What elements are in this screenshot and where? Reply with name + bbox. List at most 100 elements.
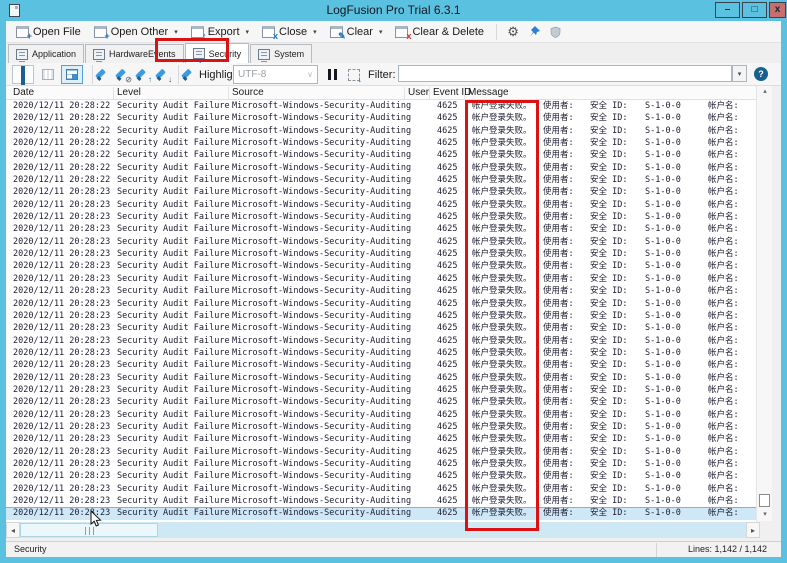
pin-button[interactable] bbox=[525, 23, 543, 41]
tab-application[interactable]: ✓ Application bbox=[8, 44, 85, 70]
prev-highlight-button[interactable]: ↑ bbox=[134, 65, 152, 84]
column-header-message[interactable]: Message bbox=[468, 87, 509, 98]
table-row[interactable]: 2020/12/11 20:28:23 Security Audit Failur… bbox=[6, 446, 756, 458]
cell-level: Security Audit Failure bbox=[117, 212, 230, 223]
cell-source: Microsoft-Windows-Security-Auditing bbox=[232, 138, 412, 149]
vertical-scrollbar-thumb[interactable] bbox=[759, 494, 770, 507]
table-row[interactable]: 2020/12/11 20:28:23 Security Audit Failur… bbox=[6, 507, 756, 520]
tab-security[interactable]: ✓ Security bbox=[184, 43, 250, 69]
cell-eid: 4625 bbox=[437, 298, 458, 309]
columns-button[interactable] bbox=[37, 65, 59, 84]
filter-dropdown-button[interactable]: ▾ bbox=[732, 65, 747, 82]
table-row[interactable]: 2020/12/11 20:28:23 Security Audit Failur… bbox=[6, 347, 756, 359]
table-row[interactable]: 2020/12/11 20:28:23 Security Audit Failur… bbox=[6, 359, 756, 371]
table-row[interactable]: 2020/12/11 20:28:23 Security Audit Failur… bbox=[6, 433, 756, 445]
table-row[interactable]: 2020/12/11 20:28:23 Security Audit Failur… bbox=[6, 211, 756, 223]
message-part: S-1-0-0 bbox=[645, 224, 681, 235]
table-row[interactable]: 2020/12/11 20:28:22 Security Audit Failur… bbox=[6, 100, 756, 112]
message-part: 使用者: bbox=[543, 212, 574, 223]
grid-view-button[interactable] bbox=[61, 65, 83, 84]
table-row[interactable]: 2020/12/11 20:28:23 Security Audit Failur… bbox=[6, 372, 756, 384]
export-button[interactable]: ↑ Export ▾ bbox=[186, 24, 254, 40]
clear-delete-button[interactable]: x Clear & Delete bbox=[390, 24, 489, 40]
vertical-scrollbar[interactable]: ▴ ▾ bbox=[756, 86, 772, 521]
shield-button[interactable] bbox=[546, 23, 564, 41]
table-row[interactable]: 2020/12/11 20:28:23 Security Audit Failur… bbox=[6, 199, 756, 211]
message-part: S-1-0-0 bbox=[645, 508, 681, 519]
table-row[interactable]: 2020/12/11 20:28:23 Security Audit Failur… bbox=[6, 483, 756, 495]
table-row[interactable]: 2020/12/11 20:28:22 Security Audit Failur… bbox=[6, 137, 756, 149]
message-part: 安全 ID: bbox=[590, 224, 628, 235]
scroll-right-icon[interactable]: ▸ bbox=[746, 522, 760, 538]
table-row[interactable]: 2020/12/11 20:28:23 Security Audit Failur… bbox=[6, 273, 756, 285]
cell-date: 2020/12/11 20:28:23 bbox=[13, 224, 111, 235]
table-row[interactable]: 2020/12/11 20:28:23 Security Audit Failur… bbox=[6, 223, 756, 235]
table-row[interactable]: 2020/12/11 20:28:23 Security Audit Failur… bbox=[6, 421, 756, 433]
cell-level: Security Audit Failure bbox=[117, 298, 230, 309]
table-row[interactable]: 2020/12/11 20:28:23 Security Audit Failur… bbox=[6, 285, 756, 297]
export-icon: ↑ bbox=[190, 25, 207, 40]
cell-eid: 4625 bbox=[437, 199, 458, 210]
maximize-button[interactable]: □ bbox=[742, 2, 767, 18]
message-part: 帐户登录失败。 bbox=[472, 138, 532, 149]
table-row[interactable]: 2020/12/11 20:28:22 Security Audit Failur… bbox=[6, 149, 756, 161]
clear-button[interactable]: ✎ Clear ▾ bbox=[325, 24, 388, 40]
table-row[interactable]: 2020/12/11 20:28:23 Security Audit Failur… bbox=[6, 322, 756, 334]
table-row[interactable]: 2020/12/11 20:28:23 Security Audit Failur… bbox=[6, 495, 756, 507]
table-row[interactable]: 2020/12/11 20:28:23 Security Audit Failur… bbox=[6, 458, 756, 470]
filter-input[interactable] bbox=[398, 65, 732, 82]
table-row[interactable]: 2020/12/11 20:28:23 Security Audit Failur… bbox=[6, 310, 756, 322]
scroll-up-icon[interactable]: ▴ bbox=[757, 86, 773, 98]
table-row[interactable]: 2020/12/11 20:28:23 Security Audit Failur… bbox=[6, 409, 756, 421]
table-row[interactable]: 2020/12/11 20:28:23 Security Audit Failur… bbox=[6, 186, 756, 198]
close-log-button[interactable]: x Close ▾ bbox=[257, 24, 322, 40]
table-row[interactable]: 2020/12/11 20:28:23 Security Audit Failur… bbox=[6, 298, 756, 310]
message-part: S-1-0-0 bbox=[645, 249, 681, 260]
autoscroll-button[interactable] bbox=[346, 65, 362, 84]
table-row[interactable]: 2020/12/11 20:28:23 Security Audit Failur… bbox=[6, 236, 756, 248]
next-highlight-button[interactable]: ↓ bbox=[154, 65, 172, 84]
encoding-select[interactable]: UTF-8 ∨ bbox=[233, 65, 318, 84]
table-row[interactable]: 2020/12/11 20:28:23 Security Audit Failur… bbox=[6, 396, 756, 408]
table-row[interactable]: 2020/12/11 20:28:22 Security Audit Failur… bbox=[6, 162, 756, 174]
scroll-left-icon[interactable]: ◂ bbox=[6, 522, 20, 538]
column-header-user[interactable]: User bbox=[408, 87, 429, 98]
horizontal-scrollbar-thumb[interactable] bbox=[20, 523, 158, 537]
message-part: 使用者: bbox=[543, 261, 574, 272]
column-header-date[interactable]: Date bbox=[13, 87, 34, 98]
table-row[interactable]: 2020/12/11 20:28:23 Security Audit Failur… bbox=[6, 470, 756, 482]
message-part: 使用者: bbox=[543, 175, 574, 186]
cell-source: Microsoft-Windows-Security-Auditing bbox=[232, 323, 412, 334]
message-part: 帐户名: bbox=[708, 125, 739, 136]
dropdown-arrow-icon: ▾ bbox=[737, 70, 742, 78]
help-button[interactable]: ? bbox=[754, 67, 768, 81]
table-row[interactable]: 2020/12/11 20:28:23 Security Audit Failur… bbox=[6, 335, 756, 347]
open-other-icon: + bbox=[93, 25, 110, 40]
tab-system[interactable]: ✓ System bbox=[250, 44, 313, 70]
column-header-source[interactable]: Source bbox=[232, 87, 264, 98]
highlight-disable-button[interactable]: ⊘ bbox=[114, 65, 132, 84]
cell-eid: 4625 bbox=[437, 347, 458, 358]
message-part: 帐户登录失败。 bbox=[472, 199, 532, 210]
table-row[interactable]: 2020/12/11 20:28:23 Security Audit Failur… bbox=[6, 248, 756, 260]
table-row[interactable]: 2020/12/11 20:28:23 Security Audit Failur… bbox=[6, 260, 756, 272]
cell-level: Security Audit Failure bbox=[117, 409, 230, 420]
minimize-button[interactable]: – bbox=[715, 2, 740, 18]
horizontal-scrollbar[interactable]: ◂ ▸ bbox=[6, 522, 760, 538]
table-row[interactable]: 2020/12/11 20:28:22 Security Audit Failur… bbox=[6, 125, 756, 137]
table-row[interactable]: 2020/12/11 20:28:23 Security Audit Failur… bbox=[6, 384, 756, 396]
settings-button[interactable]: ⚙ bbox=[504, 23, 522, 41]
scroll-down-icon[interactable]: ▾ bbox=[757, 509, 773, 521]
open-other-button[interactable]: + Open Other ▾ bbox=[89, 24, 183, 40]
expand-all-button[interactable] bbox=[12, 65, 34, 85]
column-header-eventid[interactable]: Event ID bbox=[433, 87, 471, 98]
table-row[interactable]: 2020/12/11 20:28:22 Security Audit Failur… bbox=[6, 112, 756, 124]
close-button[interactable]: x bbox=[769, 2, 786, 18]
table-row[interactable]: 2020/12/11 20:28:22 Security Audit Failur… bbox=[6, 174, 756, 186]
tab-hardwareevents[interactable]: ✓ HardwareEvents bbox=[85, 44, 184, 70]
column-header-level[interactable]: Level bbox=[117, 87, 141, 98]
pause-button[interactable] bbox=[324, 65, 340, 84]
highlight-pen-button[interactable] bbox=[94, 65, 112, 84]
message-part: 安全 ID: bbox=[590, 138, 628, 149]
open-file-button[interactable]: + Open File bbox=[11, 24, 86, 40]
